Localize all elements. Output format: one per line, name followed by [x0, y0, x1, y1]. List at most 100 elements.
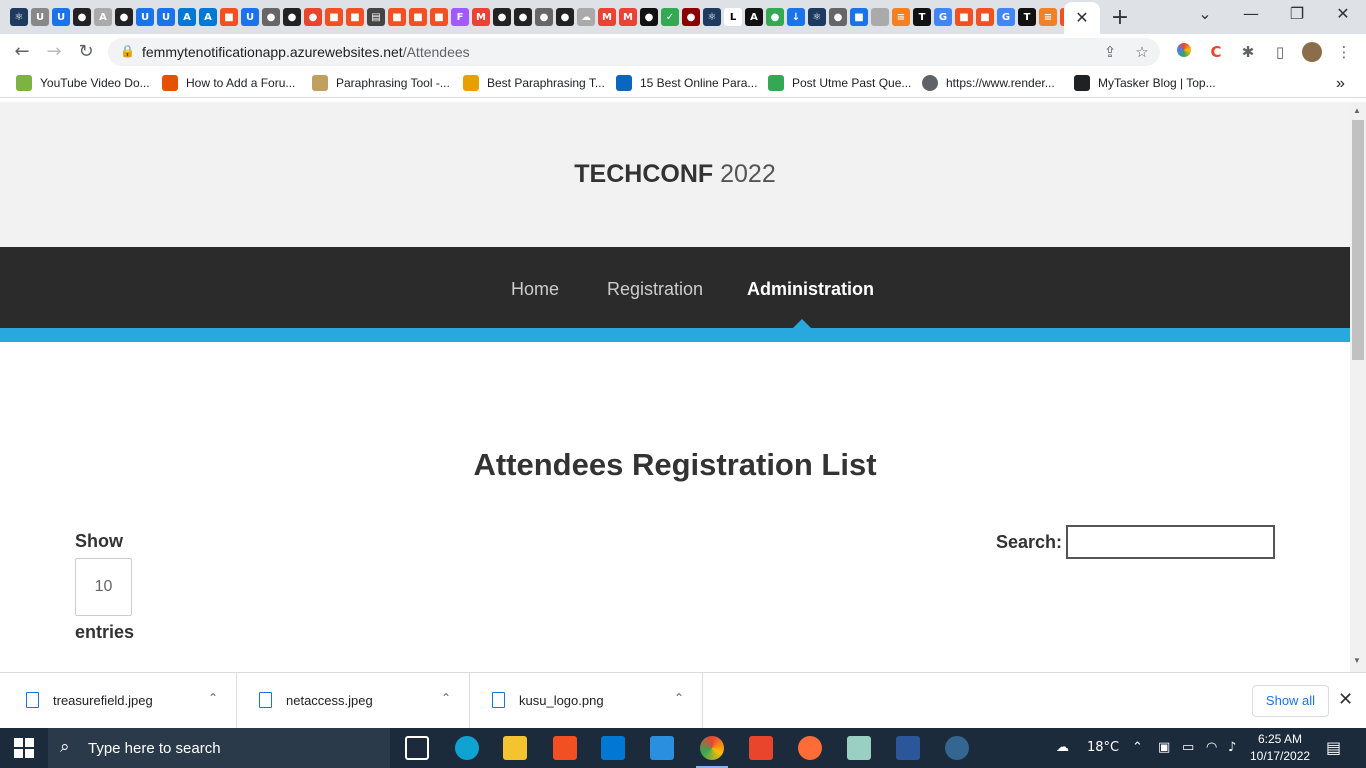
tab-react-icon[interactable]: ⚛	[10, 8, 28, 26]
tray-chevron-up-icon[interactable]: ⌃	[1132, 740, 1143, 755]
git-icon[interactable]	[749, 736, 773, 760]
download-item[interactable]: netaccess.jpeg ⌃	[237, 673, 470, 729]
share-icon[interactable]: ⇪	[1100, 42, 1120, 62]
page-scrollbar[interactable]: ▲ ▼	[1350, 102, 1366, 672]
tab-u-icon[interactable]: U	[157, 8, 175, 26]
tab-google-icon[interactable]: G	[997, 8, 1015, 26]
tab-microsoft-icon[interactable]: ■	[430, 8, 448, 26]
postman-icon[interactable]	[798, 736, 822, 760]
close-downloads-icon[interactable]: ✕	[1338, 689, 1353, 710]
scroll-thumb[interactable]	[1352, 120, 1364, 360]
tab-doc-icon[interactable]: ▤	[367, 8, 385, 26]
weather-temp[interactable]: 18°C	[1087, 740, 1119, 755]
bookmark-item[interactable]: Paraphrasing Tool -...	[312, 75, 450, 91]
tab-mask-icon[interactable]: ●	[682, 8, 700, 26]
edge-icon[interactable]	[455, 736, 479, 760]
window-close-button[interactable]: ✕	[1320, 4, 1366, 23]
download-item[interactable]: kusu_logo.png ⌃	[470, 673, 703, 729]
tab-microsoft-icon[interactable]: ■	[976, 8, 994, 26]
windows-start-icon[interactable]	[14, 738, 34, 758]
tab-a-icon[interactable]: A	[94, 8, 112, 26]
tab-globe-icon[interactable]: ●	[829, 8, 847, 26]
tab-tc-icon[interactable]: T	[1018, 8, 1036, 26]
forward-icon[interactable]: →	[42, 40, 66, 64]
bookmark-item[interactable]: 15 Best Online Para...	[616, 75, 757, 91]
tab-github-icon[interactable]: ●	[556, 8, 574, 26]
notification-center-icon[interactable]: ▤	[1326, 738, 1341, 757]
meet-icon[interactable]: ▣	[1158, 740, 1170, 755]
tab-globe-icon[interactable]: ●	[535, 8, 553, 26]
nav-home-link[interactable]: Home	[511, 279, 559, 300]
bookmark-star-icon[interactable]: ☆	[1132, 42, 1152, 62]
tab-u-icon[interactable]: U	[136, 8, 154, 26]
tab-app-icon[interactable]: ●	[766, 8, 784, 26]
tab-microsoft-icon[interactable]: ■	[388, 8, 406, 26]
reload-icon[interactable]: ↻	[74, 40, 98, 64]
tab-microsoft-icon[interactable]: ■	[325, 8, 343, 26]
bookmark-item[interactable]: https://www.render...	[922, 75, 1055, 91]
tab-u-icon[interactable]: U	[52, 8, 70, 26]
bookmark-item[interactable]: How to Add a Foru...	[162, 75, 295, 91]
tab-microsoft-icon[interactable]: ■	[220, 8, 238, 26]
active-tab[interactable]: ✕	[1064, 2, 1100, 34]
tab-github-icon[interactable]: ●	[115, 8, 133, 26]
tab-gmail-icon[interactable]: M	[619, 8, 637, 26]
menu-kebab-icon[interactable]: ⋮	[1334, 42, 1354, 62]
tab-u-icon[interactable]: U	[241, 8, 259, 26]
vscode-icon[interactable]	[650, 736, 674, 760]
nav-registration-link[interactable]: Registration	[607, 279, 703, 300]
tab-gmail-icon[interactable]: M	[472, 8, 490, 26]
bookmarks-overflow-button[interactable]: »	[1336, 75, 1345, 93]
extensions-puzzle-icon[interactable]: ✱	[1238, 42, 1258, 62]
tab-microsoft-icon[interactable]: ■	[955, 8, 973, 26]
profile-avatar[interactable]	[1302, 42, 1322, 62]
chevron-up-icon[interactable]: ⌃	[674, 691, 684, 705]
scroll-down-icon[interactable]: ▼	[1353, 656, 1361, 665]
store-icon[interactable]	[553, 736, 577, 760]
tab-tc-icon[interactable]: T	[913, 8, 931, 26]
search-input[interactable]	[1066, 525, 1275, 559]
tab-github-icon[interactable]: ●	[283, 8, 301, 26]
weather-cloud-icon[interactable]: ☁	[1056, 740, 1069, 755]
entries-length-select[interactable]: 10	[75, 558, 132, 616]
tab-azure-icon[interactable]: A	[199, 8, 217, 26]
tab-stackoverflow-icon[interactable]: ≡	[892, 8, 910, 26]
tab-l-icon[interactable]: L	[724, 8, 742, 26]
battery-icon[interactable]: ▭	[1182, 740, 1194, 755]
taskbar-clock[interactable]: 6:25 AM 10/17/2022	[1250, 731, 1310, 765]
tab-github-icon[interactable]: ●	[514, 8, 532, 26]
tab-microsoft-icon[interactable]: ■	[409, 8, 427, 26]
mail-icon[interactable]	[601, 736, 625, 760]
side-panel-icon[interactable]: ▯	[1270, 42, 1290, 62]
tab-figma-icon[interactable]: F	[451, 8, 469, 26]
tab-azure-icon[interactable]: A	[178, 8, 196, 26]
tab-u-icon[interactable]: U	[31, 8, 49, 26]
tab-blank-icon[interactable]	[871, 8, 889, 26]
tab-gmail-icon[interactable]: M	[598, 8, 616, 26]
app-icon[interactable]	[847, 736, 871, 760]
tab-a-icon[interactable]: A	[745, 8, 763, 26]
bookmark-item[interactable]: MyTasker Blog | Top...	[1074, 75, 1216, 91]
tab-react-icon[interactable]: ⚛	[703, 8, 721, 26]
scroll-up-icon[interactable]: ▲	[1353, 106, 1361, 115]
chrome-icon[interactable]	[696, 736, 728, 768]
tab-google-icon[interactable]: G	[934, 8, 952, 26]
chevron-up-icon[interactable]: ⌃	[441, 691, 451, 705]
tab-react-icon[interactable]: ⚛	[808, 8, 826, 26]
wifi-icon[interactable]: ◠	[1206, 740, 1217, 755]
tab-github-icon[interactable]: ●	[493, 8, 511, 26]
chevron-up-icon[interactable]: ⌃	[208, 691, 218, 705]
lock-icon[interactable]: 🔒	[120, 44, 135, 58]
back-icon[interactable]: ←	[10, 40, 34, 64]
tab-app-icon[interactable]: ■	[850, 8, 868, 26]
taskbar-search-box[interactable]: ⌕ Type here to search	[48, 728, 390, 768]
extension-color-icon[interactable]	[1174, 42, 1194, 62]
tab-leaf-icon[interactable]: ✓	[661, 8, 679, 26]
nav-administration-link[interactable]: Administration	[747, 279, 874, 300]
task-view-icon[interactable]	[405, 736, 429, 760]
tab-medium-icon[interactable]: ●	[640, 8, 658, 26]
tab-close-icon[interactable]: ✕	[1075, 8, 1088, 28]
volume-icon[interactable]: ♪	[1228, 740, 1236, 755]
tab-app-icon[interactable]: ●	[304, 8, 322, 26]
tab-download-icon[interactable]: ↓	[787, 8, 805, 26]
